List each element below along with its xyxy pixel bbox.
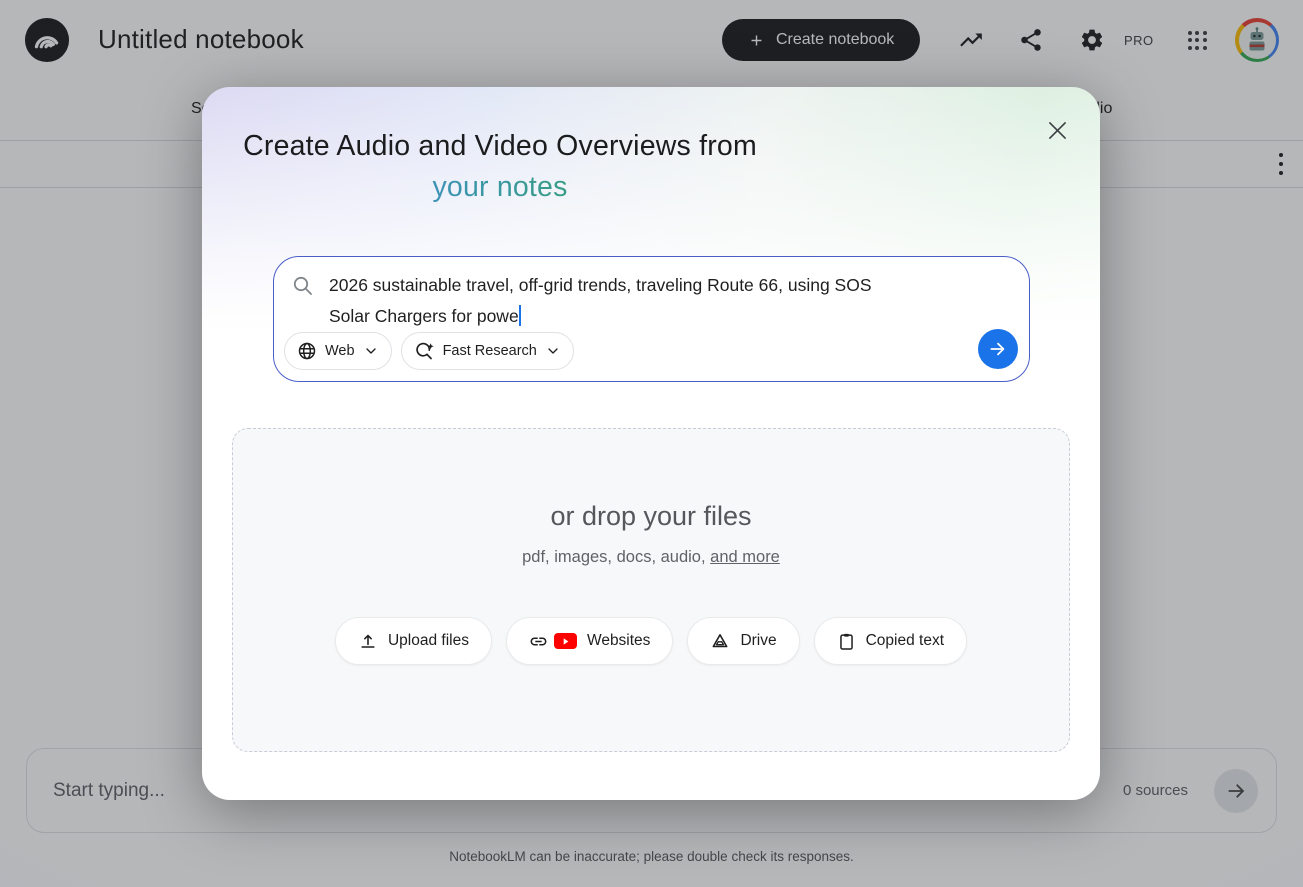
drive-icon <box>710 631 730 651</box>
search-icon <box>291 274 315 298</box>
notebooklm-app: Untitled notebook Create notebook PRO <box>0 0 1303 887</box>
source-buttons-row: Upload files Websites Dr <box>335 617 967 665</box>
upload-files-button[interactable]: Upload files <box>335 617 492 665</box>
query-option-chips: Web Fast Research <box>284 332 574 370</box>
websites-button[interactable]: Websites <box>506 617 673 665</box>
research-mode-dropdown[interactable]: Fast Research <box>401 332 574 370</box>
drop-zone-subtitle: pdf, images, docs, audio, and more <box>522 548 780 567</box>
research-query-input[interactable]: 2026 sustainable travel, off-grid trends… <box>329 270 989 331</box>
create-overviews-dialog: Create Audio and Video Overviews from yo… <box>202 87 1100 800</box>
and-more-link[interactable]: and more <box>710 548 780 566</box>
link-icon <box>529 632 548 651</box>
chevron-down-icon <box>545 343 561 359</box>
research-sparkle-icon <box>414 341 435 362</box>
globe-icon <box>297 341 317 361</box>
clipboard-icon <box>837 632 856 651</box>
chevron-down-icon <box>363 343 379 359</box>
drive-label: Drive <box>740 632 776 650</box>
close-icon[interactable] <box>1042 115 1072 145</box>
source-scope-label: Web <box>325 343 355 359</box>
query-text-line1: 2026 sustainable travel, off-grid trends… <box>329 275 872 295</box>
dialog-title: Create Audio and Video Overviews from yo… <box>202 126 798 208</box>
websites-label: Websites <box>587 632 650 650</box>
copied-text-label: Copied text <box>866 632 944 650</box>
upload-icon <box>358 631 378 651</box>
copied-text-button[interactable]: Copied text <box>814 617 967 665</box>
dialog-title-line1: Create Audio and Video Overviews from <box>202 126 798 167</box>
drive-button[interactable]: Drive <box>687 617 799 665</box>
research-mode-label: Fast Research <box>443 343 537 359</box>
file-types-text: pdf, images, docs, audio, <box>522 548 710 566</box>
text-caret <box>519 305 521 326</box>
upload-files-label: Upload files <box>388 632 469 650</box>
file-drop-zone[interactable]: or drop your files pdf, images, docs, au… <box>232 428 1070 752</box>
source-scope-dropdown[interactable]: Web <box>284 332 392 370</box>
youtube-icon <box>554 633 577 649</box>
submit-query-button[interactable] <box>978 329 1018 369</box>
arrow-right-icon <box>988 339 1008 359</box>
research-query-box[interactable]: 2026 sustainable travel, off-grid trends… <box>273 256 1030 382</box>
query-text-line2: Solar Chargers for powe <box>329 306 519 326</box>
drop-zone-title: or drop your files <box>550 501 751 532</box>
dialog-title-line2: your notes <box>202 167 798 208</box>
